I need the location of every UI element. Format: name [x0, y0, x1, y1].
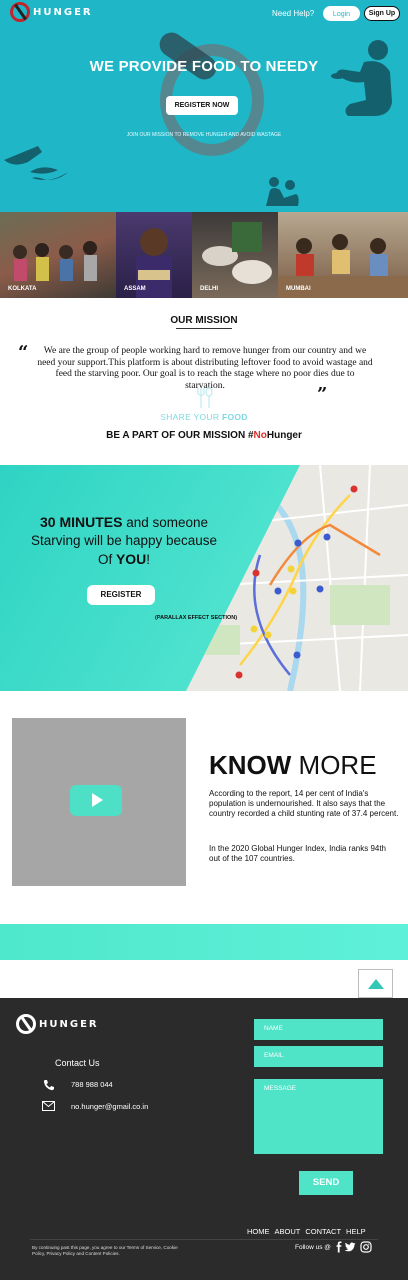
be-part-no: No: [253, 430, 267, 441]
play-icon[interactable]: [70, 785, 122, 816]
gallery-item-kolkata[interactable]: KOLKATA: [0, 212, 116, 298]
gallery-label: ASSAM: [124, 286, 146, 292]
quote-open-icon: “: [18, 342, 29, 363]
contact-phone[interactable]: 788 988 044: [71, 1080, 113, 1089]
headline-you: YOU: [115, 551, 147, 567]
register-now-button[interactable]: REGISTER NOW: [166, 96, 238, 115]
city-gallery: KOLKATA ASSAM DELHI MUMBAI: [0, 212, 408, 298]
footer-link-help[interactable]: HELP: [346, 1227, 366, 1236]
know-more-title: KNOW MORE: [209, 750, 377, 781]
be-part-suffix: Hunger: [266, 430, 302, 441]
be-part-prefix: BE A PART OF OUR MISSION #: [106, 430, 254, 441]
instagram-icon[interactable]: [360, 1241, 372, 1253]
parallax-headline: 30 MINUTES and someone Starving will be …: [0, 513, 248, 569]
hero-subtitle: JOIN OUR MISSION TO REMOVE HUNGER AND AV…: [126, 132, 282, 138]
footer-brand-logo[interactable]: HUNGER: [16, 1014, 99, 1034]
need-help-link[interactable]: Need Help?: [272, 9, 314, 18]
scroll-to-top-button[interactable]: [358, 969, 393, 998]
no-hunger-logo-icon: [16, 1014, 36, 1034]
footer-link-home[interactable]: HOME: [247, 1227, 270, 1236]
follow-us-label: Follow us @: [295, 1244, 331, 1251]
contact-email[interactable]: no.hunger@gmail.co.in: [71, 1102, 148, 1111]
signup-button[interactable]: Sign Up: [364, 6, 400, 21]
city-route-map[interactable]: [0, 465, 408, 691]
login-button[interactable]: Login: [323, 6, 360, 21]
send-button[interactable]: SEND: [299, 1171, 353, 1195]
gallery-item-assam[interactable]: ASSAM: [116, 212, 192, 298]
mission-underline: [176, 328, 232, 329]
footer-link-about[interactable]: ABOUT: [275, 1227, 301, 1236]
share-food-prefix: SHARE YOUR: [160, 412, 222, 422]
footer-divider: [30, 1239, 378, 1240]
be-part-of-mission: BE A PART OF OUR MISSION #NoHunger: [0, 430, 408, 441]
footer: HUNGER Contact Us 788 988 044 no.hunger@…: [0, 998, 408, 1280]
accent-band: [0, 924, 408, 960]
hero-section: HUNGER Need Help? Login Sign Up WE PROVI…: [0, 0, 408, 212]
parallax-note: (PARALLAX EFFECT SECTION): [155, 615, 238, 621]
gallery-label: MUMBAI: [286, 286, 311, 292]
mail-icon: [42, 1101, 55, 1111]
footer-brand-name: HUNGER: [39, 1018, 99, 1030]
gallery-label: DELHI: [200, 286, 218, 292]
know-more-paragraph-2: In the 2020 Global Hunger Index, India r…: [209, 844, 387, 863]
headline-minutes: 30 MINUTES: [39, 514, 123, 530]
mission-title: OUR MISSION: [170, 315, 238, 326]
phone-icon: [43, 1080, 54, 1091]
footer-link-contact[interactable]: CONTACT: [305, 1227, 341, 1236]
video-player[interactable]: [12, 718, 186, 886]
email-field[interactable]: EMAIL: [254, 1046, 383, 1067]
parallax-section: 30 MINUTES and someone Starving will be …: [0, 465, 408, 691]
message-field[interactable]: MESSAGE: [254, 1079, 383, 1154]
food-bowl-hands-icon: [4, 146, 68, 180]
name-field[interactable]: NAME: [254, 1019, 383, 1040]
hero-title: WE PROVIDE FOOD TO NEEDY: [89, 58, 319, 75]
hungry-person-silhouette-icon: [331, 40, 392, 116]
gallery-item-mumbai[interactable]: MUMBAI: [278, 212, 408, 298]
legal-text: By continuing past this page, you agree …: [32, 1245, 178, 1256]
brand-name: HUNGER: [33, 6, 93, 18]
headline-line1-rest: and someone: [122, 515, 209, 530]
children-eating-icon: [266, 177, 299, 206]
footer-nav: HOME ABOUT CONTACT HELP: [247, 1227, 366, 1236]
twitter-icon[interactable]: [344, 1241, 356, 1253]
headline-line3-suffix: !: [146, 552, 151, 567]
no-hunger-logo-icon: [10, 2, 30, 22]
quote-close-icon: ”: [317, 384, 328, 405]
know-more-rest: MORE: [291, 750, 377, 780]
contact-us-heading: Contact Us: [55, 1058, 100, 1068]
headline-line2: Starving will be happy because: [30, 533, 218, 548]
register-button[interactable]: REGISTER: [87, 585, 155, 605]
gallery-label: KOLKATA: [8, 286, 37, 292]
headline-line3-prefix: Of: [97, 552, 116, 567]
share-your-food-logo: SHARE YOUR FOOD: [0, 412, 408, 422]
share-food-strong: FOOD: [221, 412, 248, 422]
top-navbar: HUNGER Need Help? Login Sign Up: [0, 0, 408, 28]
gallery-item-delhi[interactable]: DELHI: [192, 212, 278, 298]
fork-spoon-icon: [197, 387, 213, 408]
brand-logo[interactable]: HUNGER: [10, 2, 93, 22]
know-more-paragraph-1: According to the report, 14 per cent of …: [209, 789, 399, 818]
know-more-bold: KNOW: [209, 750, 292, 780]
